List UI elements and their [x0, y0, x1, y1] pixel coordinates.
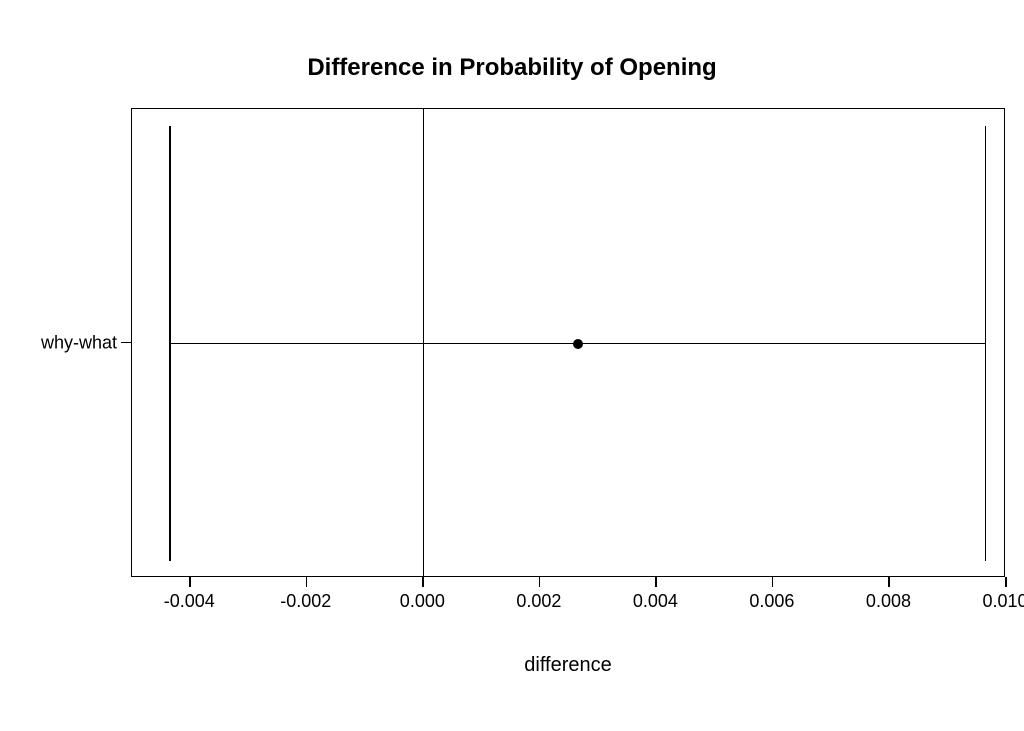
x-tick-label: 0.006	[749, 591, 794, 612]
x-axis-label: difference	[131, 654, 1005, 677]
x-tick-label: -0.002	[280, 591, 331, 612]
x-tick-mark	[422, 577, 424, 587]
x-tick-mark	[306, 577, 308, 587]
x-tick-label: 0.002	[516, 591, 561, 612]
x-axis: -0.004-0.0020.0000.0020.0040.0060.0080.0…	[131, 577, 1005, 637]
chart-container: Difference in Probability of Opening -0.…	[0, 0, 1024, 731]
plot-area	[131, 108, 1005, 577]
x-tick-mark	[772, 577, 774, 587]
point-estimate	[573, 339, 583, 349]
x-tick-mark	[189, 577, 191, 587]
y-axis: why-what	[0, 108, 131, 577]
x-tick-mark	[539, 577, 541, 587]
x-tick-mark	[888, 577, 890, 587]
y-tick-label: why-what	[41, 332, 117, 353]
x-tick-mark	[655, 577, 657, 587]
x-tick-label: 0.004	[633, 591, 678, 612]
x-tick-mark	[1005, 577, 1007, 587]
chart-title: Difference in Probability of Opening	[0, 54, 1024, 82]
x-tick-label: 0.000	[400, 591, 445, 612]
y-tick-mark	[121, 342, 131, 344]
x-tick-label: -0.004	[164, 591, 215, 612]
x-tick-label: 0.010	[982, 591, 1024, 612]
x-tick-label: 0.008	[866, 591, 911, 612]
